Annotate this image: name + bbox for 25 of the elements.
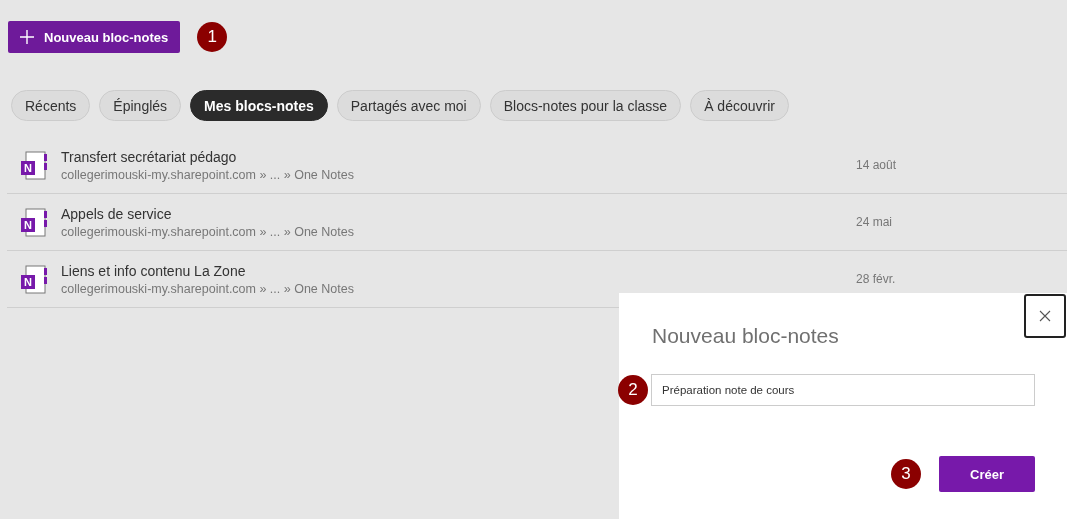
create-button[interactable]: Créer [939,456,1035,492]
new-notebook-button[interactable]: Nouveau bloc-notes [8,21,181,53]
notebook-name[interactable]: Liens et info contenu La Zone [61,262,856,279]
filter-tab[interactable]: À découvrir [690,90,789,121]
notebook-date: 24 mai [856,215,893,229]
step-badge: 1 [197,22,228,52]
filter-tab[interactable]: Blocs-notes pour la classe [489,90,682,121]
notebook-location: collegerimouski-my.sharepoint.com » ... » One Notes [61,167,355,182]
close-icon [1039,310,1051,322]
notebook-name[interactable]: Appels de service [61,205,856,222]
filter-tab[interactable]: Épinglés [99,90,182,121]
filter-tab[interactable]: Partagés avec moi [336,90,481,121]
filter-tab[interactable]: Mes blocs-notes [190,90,328,121]
plus-icon [20,30,34,44]
close-button[interactable] [1024,294,1066,338]
filter-tab[interactable]: Récents [11,90,91,121]
notebook-name-field[interactable]: Préparation note de cours [651,374,1035,406]
notebook-location: collegerimouski-my.sharepoint.com » ... » One Notes [61,281,355,296]
notebook-name[interactable]: Transfert secrétariat pédago [61,148,856,165]
step-badge: 2 [618,375,648,405]
notebook-date: 14 août [856,158,897,172]
dialog-title: Nouveau bloc-notes [652,324,840,348]
notebook-date: 28 févr. [856,272,896,286]
notebook-location: collegerimouski-my.sharepoint.com » ... » One Notes [61,224,355,239]
step-badge: 3 [891,459,921,489]
